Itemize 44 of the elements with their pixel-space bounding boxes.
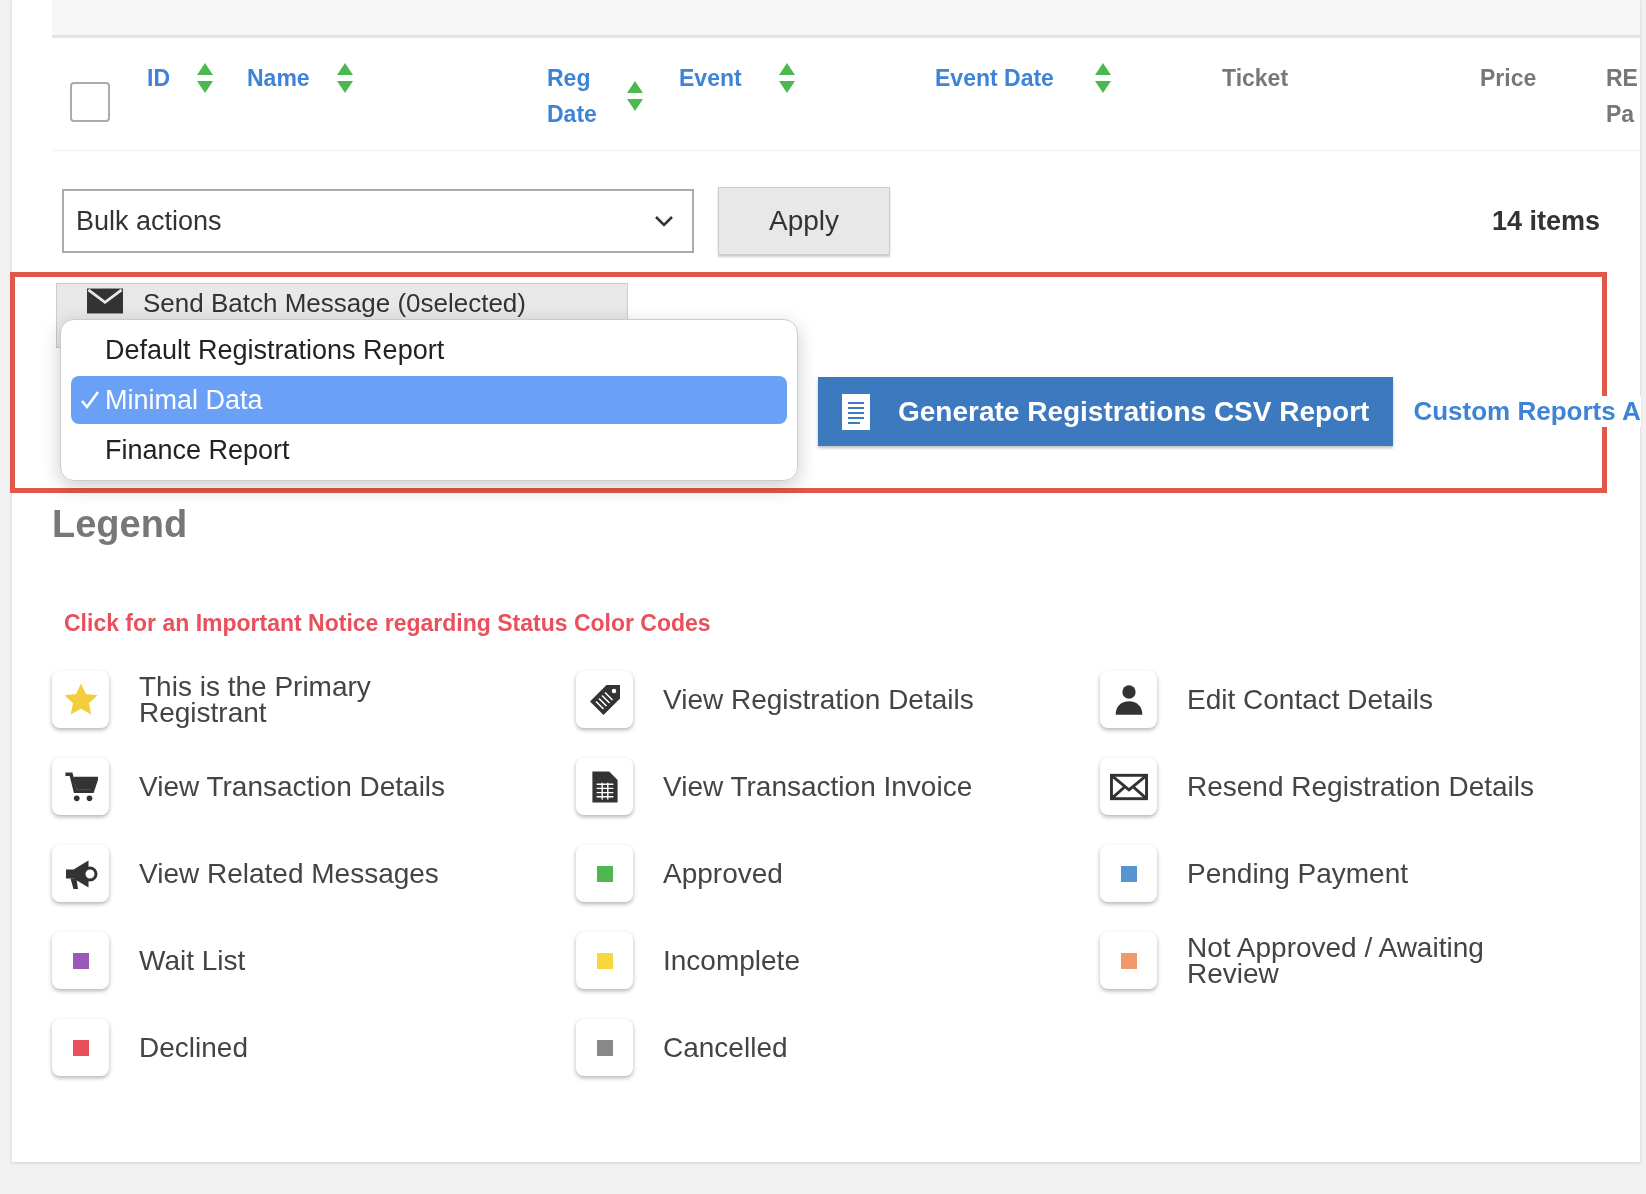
check-icon [81, 390, 99, 410]
envelope-icon [87, 288, 123, 314]
legend-title: Legend [52, 503, 189, 546]
legend-label: Cancelled [663, 1034, 788, 1061]
sort-icon[interactable] [337, 63, 353, 93]
sort-icon[interactable] [779, 63, 795, 93]
legend-label: View Transaction Invoice [663, 773, 973, 800]
sort-icon[interactable] [197, 63, 213, 93]
notice-link[interactable]: Click for an Important Notice regarding Status Color Codes [64, 610, 1640, 637]
cart-icon [63, 769, 98, 804]
item-count: 14 items [1491, 205, 1600, 237]
sort-icon[interactable] [1095, 63, 1111, 93]
generate-report-button[interactable]: Generate Registrations CSV Report [818, 377, 1394, 446]
legend-label: View Transaction Details [139, 773, 446, 800]
chevron-icon [654, 215, 674, 227]
column-header[interactable]: Event Date [935, 60, 1085, 96]
sort-icon[interactable] [627, 81, 643, 111]
invoice-icon [590, 769, 619, 804]
menu-item[interactable]: Minimal Data [71, 376, 787, 424]
legend-label: Resend Registration Details [1187, 773, 1535, 800]
column-header[interactable]: Name [247, 60, 327, 96]
legend-label: View Registration Details [663, 686, 974, 713]
legend-label: Declined [139, 1034, 248, 1061]
legend-label: Approved [663, 860, 783, 887]
legend-label: Pending Payment [1187, 860, 1409, 887]
column-header[interactable]: Reg Date [547, 60, 617, 132]
column-header[interactable]: Event [679, 60, 769, 96]
legend-label: Incomplete [663, 947, 800, 974]
legend-label: Not Approved / Awaiting Review [1187, 934, 1485, 987]
legend-label: This is the Primary Registrant [139, 673, 372, 726]
apply-button[interactable]: Apply [718, 187, 890, 255]
column-header[interactable]: ID [147, 60, 187, 96]
document-icon [842, 393, 870, 430]
legend-label: Wait List [139, 947, 246, 974]
select-all-checkbox[interactable] [70, 82, 110, 122]
legend-label: Edit Contact Details [1187, 686, 1433, 713]
menu-item[interactable]: Finance Report [71, 426, 787, 474]
legend-label: View Related Messages [139, 860, 439, 887]
bulk-actions-select[interactable]: Bulk actions [62, 189, 694, 253]
column-header: Ticket [1222, 64, 1290, 93]
custom-reports-link[interactable]: Custom Reports A [1413, 396, 1641, 427]
envelope-icon [1109, 772, 1148, 801]
column-header: Price [1480, 64, 1538, 93]
column-header: RE Pa [1606, 64, 1639, 129]
